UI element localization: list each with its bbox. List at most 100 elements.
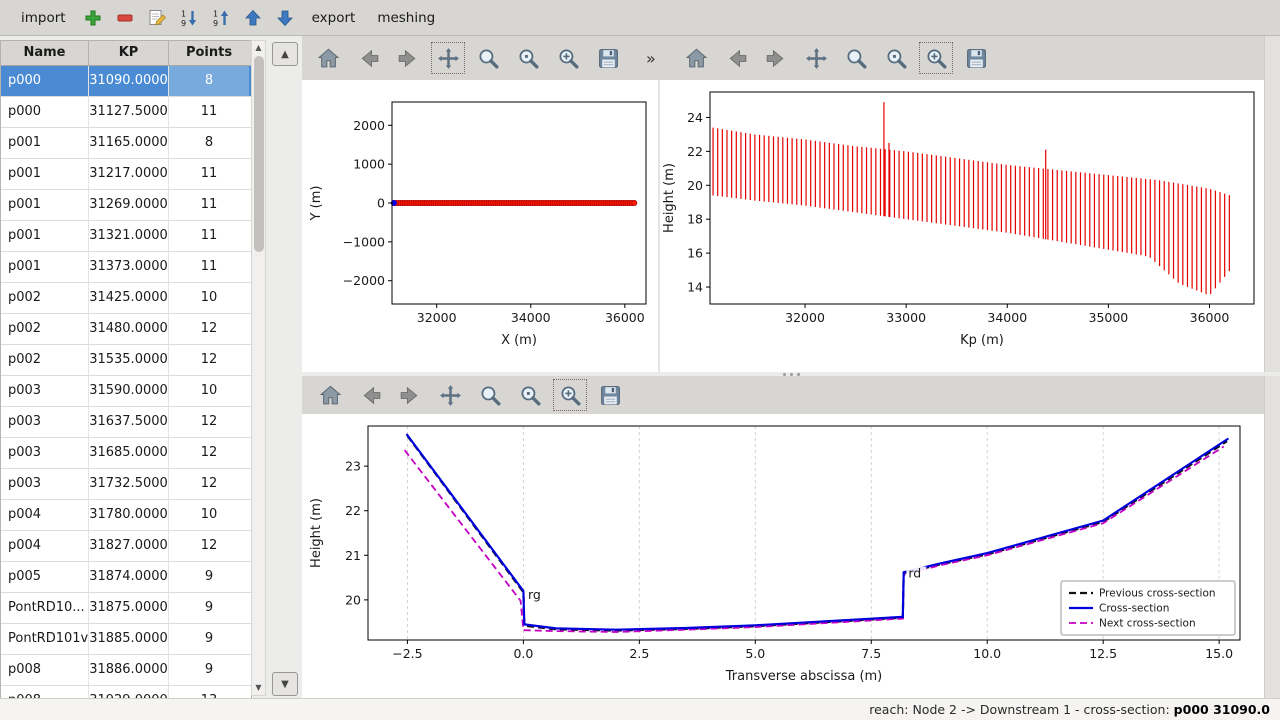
- pager-down-button[interactable]: ▼: [272, 672, 298, 696]
- home-button[interactable]: [680, 43, 712, 73]
- toolbar-overflow-button[interactable]: »: [646, 49, 656, 68]
- table-row[interactable]: PontRD101v31885.00009: [1, 624, 251, 655]
- cell-points[interactable]: 10: [169, 500, 249, 530]
- menu-meshing[interactable]: meshing: [366, 6, 446, 30]
- scroll-down-icon[interactable]: ▼: [252, 681, 265, 695]
- table-row[interactable]: p00131217.000011: [1, 159, 251, 190]
- zoom-button[interactable]: [472, 43, 504, 73]
- scroll-up-icon[interactable]: ▲: [252, 41, 265, 55]
- right-scroll-strip-bottom[interactable]: [1264, 376, 1280, 698]
- cell-points[interactable]: 8: [169, 128, 249, 158]
- cell-kp[interactable]: 31885.0000: [89, 624, 169, 654]
- zoom-adjust-button[interactable]: [554, 380, 586, 410]
- cell-name[interactable]: PontRD101v: [1, 624, 89, 654]
- cell-kp[interactable]: 31685.0000: [89, 438, 169, 468]
- table-row[interactable]: p00231480.000012: [1, 314, 251, 345]
- pan-button[interactable]: [432, 43, 464, 73]
- table-row[interactable]: p00831886.00009: [1, 655, 251, 686]
- column-header-points[interactable]: Points: [169, 41, 249, 65]
- cell-points[interactable]: 11: [169, 159, 249, 189]
- table-row[interactable]: p00031090.00008: [1, 66, 251, 97]
- pager-up-button[interactable]: ▲: [272, 42, 298, 66]
- zoom-button[interactable]: [474, 380, 506, 410]
- home-button[interactable]: [312, 43, 344, 73]
- cell-name[interactable]: p001: [1, 128, 89, 158]
- cell-points[interactable]: 10: [169, 283, 249, 313]
- table-scrollbar[interactable]: ▲ ▼: [251, 40, 266, 696]
- cell-name[interactable]: p002: [1, 345, 89, 375]
- zoom-mark-button[interactable]: [512, 43, 544, 73]
- zoom-button[interactable]: [840, 43, 872, 73]
- cell-name[interactable]: p003: [1, 469, 89, 499]
- move-down-icon[interactable]: [271, 4, 299, 32]
- cell-kp[interactable]: 31373.0000: [89, 252, 169, 282]
- move-up-icon[interactable]: [239, 4, 267, 32]
- sort-desc-icon[interactable]: 19: [175, 4, 203, 32]
- table-row[interactable]: p00131373.000011: [1, 252, 251, 283]
- zoom-mark-button[interactable]: [880, 43, 912, 73]
- cell-name[interactable]: p004: [1, 500, 89, 530]
- cell-points[interactable]: 12: [169, 469, 249, 499]
- cell-points[interactable]: 12: [169, 345, 249, 375]
- save-button[interactable]: [594, 380, 626, 410]
- cell-kp[interactable]: 31535.0000: [89, 345, 169, 375]
- menu-export[interactable]: export: [301, 6, 367, 30]
- cell-kp[interactable]: 31827.0000: [89, 531, 169, 561]
- table-row[interactable]: p00531874.00009: [1, 562, 251, 593]
- sort-asc-icon[interactable]: 19: [207, 4, 235, 32]
- cell-points[interactable]: 12: [169, 438, 249, 468]
- cell-name[interactable]: p000: [1, 66, 89, 96]
- cell-kp[interactable]: 31732.5000: [89, 469, 169, 499]
- cell-name[interactable]: p001: [1, 159, 89, 189]
- pan-button[interactable]: [800, 43, 832, 73]
- cell-points[interactable]: 9: [169, 593, 249, 623]
- zoom-adjust-button[interactable]: [920, 43, 952, 73]
- table-row[interactable]: p00431780.000010: [1, 500, 251, 531]
- back-button[interactable]: [720, 43, 752, 73]
- table-row[interactable]: p00131321.000011: [1, 221, 251, 252]
- cell-points[interactable]: 12: [169, 531, 249, 561]
- zoom-mark-button[interactable]: [514, 380, 546, 410]
- cell-name[interactable]: p001: [1, 221, 89, 251]
- column-header-kp[interactable]: KP: [89, 41, 169, 65]
- longitudinal-profile-plot[interactable]: 3200033000340003500036000141618202224Kp …: [660, 80, 1264, 372]
- add-icon[interactable]: [79, 4, 107, 32]
- cell-points[interactable]: 9: [169, 624, 249, 654]
- table-row[interactable]: p00231425.000010: [1, 283, 251, 314]
- zoom-adjust-button[interactable]: [552, 43, 584, 73]
- cell-name[interactable]: p005: [1, 562, 89, 592]
- cell-kp[interactable]: 31874.0000: [89, 562, 169, 592]
- table-row[interactable]: p00331590.000010: [1, 376, 251, 407]
- cell-points[interactable]: 12: [169, 314, 249, 344]
- cell-points[interactable]: 11: [169, 221, 249, 251]
- cell-kp[interactable]: 31480.0000: [89, 314, 169, 344]
- cell-name[interactable]: p003: [1, 407, 89, 437]
- cross-section-plot[interactable]: −2.50.02.55.07.510.012.515.020212223Tran…: [302, 414, 1264, 698]
- cell-points[interactable]: 10: [169, 376, 249, 406]
- table-row[interactable]: p00131165.00008: [1, 128, 251, 159]
- column-header-name[interactable]: Name: [1, 41, 89, 65]
- cell-name[interactable]: p002: [1, 314, 89, 344]
- home-button[interactable]: [314, 380, 346, 410]
- save-button[interactable]: [960, 43, 992, 73]
- cell-kp[interactable]: 31590.0000: [89, 376, 169, 406]
- cell-name[interactable]: p003: [1, 438, 89, 468]
- table-row[interactable]: p00331732.500012: [1, 469, 251, 500]
- cell-points[interactable]: 8: [169, 66, 249, 96]
- cell-points[interactable]: 9: [169, 562, 249, 592]
- table-row[interactable]: p00231535.000012: [1, 345, 251, 376]
- cell-name[interactable]: p003: [1, 376, 89, 406]
- cell-kp[interactable]: 31090.0000: [89, 66, 169, 96]
- cell-points[interactable]: 12: [169, 407, 249, 437]
- cell-kp[interactable]: 31269.0000: [89, 190, 169, 220]
- cell-name[interactable]: PontRD10...: [1, 593, 89, 623]
- back-button[interactable]: [354, 380, 386, 410]
- cell-kp[interactable]: 31875.0000: [89, 593, 169, 623]
- cell-points[interactable]: 11: [169, 97, 249, 127]
- scrollbar-thumb[interactable]: [254, 56, 264, 252]
- cell-kp[interactable]: 31127.5000: [89, 97, 169, 127]
- table-row[interactable]: PontRD10...31875.00009: [1, 593, 251, 624]
- remove-icon[interactable]: [111, 4, 139, 32]
- cell-points[interactable]: 9: [169, 655, 249, 685]
- table-row[interactable]: p00131269.000011: [1, 190, 251, 221]
